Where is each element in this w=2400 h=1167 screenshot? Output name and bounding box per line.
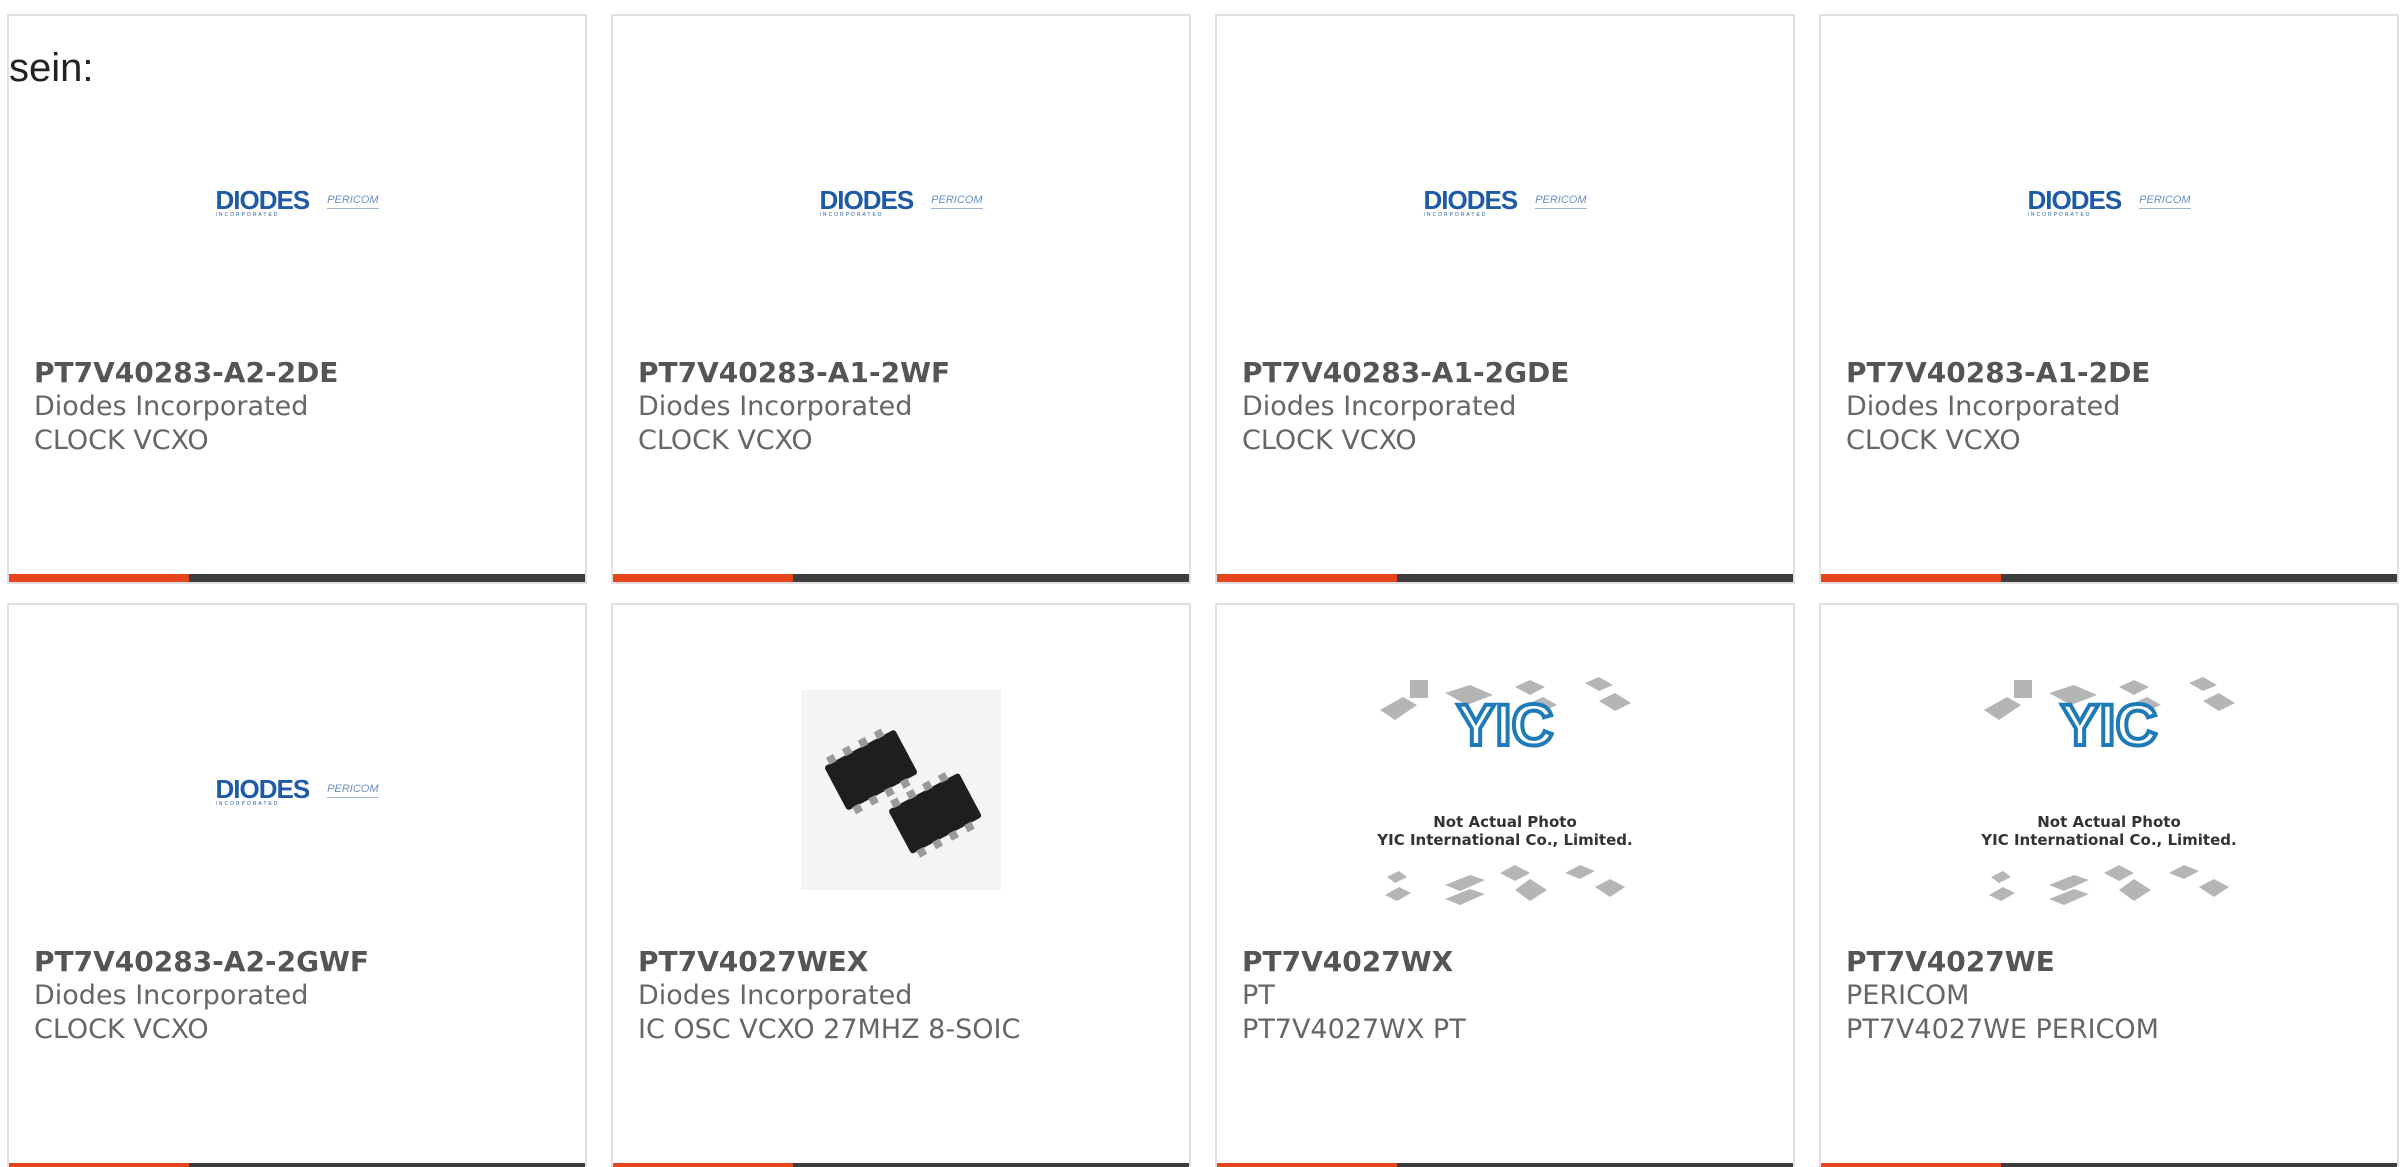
part-number-link[interactable]: PT7V40283-A1-2DE	[1846, 356, 2377, 390]
card-bar-accent	[9, 1163, 189, 1167]
description: PT7V4027WX PT	[1242, 1014, 1466, 1045]
card-bar	[613, 1163, 1189, 1167]
diodes-pericom-logo: DIODES INCORPORATED PERICOM	[215, 773, 379, 807]
manufacturer: Diodes Incorporated	[1242, 391, 1517, 422]
svg-text:YIC: YIC	[2061, 693, 2158, 758]
manufacturer: PERICOM	[1846, 980, 1970, 1011]
card-bar	[1217, 574, 1793, 582]
product-image[interactable]: DIODES INCORPORATED PERICOM	[9, 665, 585, 915]
part-number-link[interactable]: PT7V40283-A2-2GWF	[34, 945, 565, 979]
description: CLOCK VCXO	[1242, 425, 1417, 456]
manufacturer: Diodes Incorporated	[1846, 391, 2121, 422]
part-number-link[interactable]: PT7V40283-A2-2DE	[34, 356, 565, 390]
part-number-link[interactable]: PT7V40283-A1-2WF	[638, 356, 1169, 390]
product-card[interactable]: YIC Not Actual Photo YIC International C…	[1819, 603, 2399, 1167]
card-bar-accent	[1821, 1163, 2001, 1167]
svg-text:YIC International Co., Limited: YIC International Co., Limited.	[1376, 831, 1632, 849]
product-card[interactable]: DIODES INCORPORATED PERICOM PT7V40283-A1-…	[1215, 14, 1795, 584]
manufacturer: Diodes Incorporated	[34, 980, 309, 1011]
diodes-pericom-logo: DIODES INCORPORATED PERICOM	[2027, 184, 2191, 218]
product-card[interactable]: DIODES INCORPORATED PERICOM PT7V40283-A2-…	[7, 603, 587, 1167]
product-image[interactable]: YIC Not Actual Photo YIC International C…	[1217, 665, 1793, 915]
description: CLOCK VCXO	[1846, 425, 2021, 456]
card-bar-accent	[1217, 1163, 1397, 1167]
card-bar-accent	[613, 1163, 793, 1167]
svg-text:Not Actual Photo: Not Actual Photo	[1433, 813, 1577, 831]
card-bar	[9, 1163, 585, 1167]
part-number-link[interactable]: PT7V4027WX	[1242, 945, 1773, 979]
svg-text:YIC International Co., Limited: YIC International Co., Limited.	[1980, 831, 2236, 849]
product-grid: sein: DIODES INCORPORATED PERICOM PT7V402…	[0, 0, 2400, 1167]
part-number-link[interactable]: PT7V4027WEX	[638, 945, 1169, 979]
svg-text:Not Actual Photo: Not Actual Photo	[2037, 813, 2181, 831]
product-card[interactable]: YIC Not Actual Photo YIC International C…	[1215, 603, 1795, 1167]
card-bar	[1821, 1163, 2397, 1167]
manufacturer: Diodes Incorporated	[638, 980, 913, 1011]
product-image[interactable]: DIODES INCORPORATED PERICOM	[9, 76, 585, 326]
product-image[interactable]	[613, 665, 1189, 915]
svg-text:YIC: YIC	[1457, 693, 1554, 758]
manufacturer: Diodes Incorporated	[34, 391, 309, 422]
description: IC OSC VCXO 27MHZ 8-SOIC	[638, 1014, 1021, 1045]
not-actual-photo-placeholder: YIC Not Actual Photo YIC International C…	[1979, 665, 2239, 915]
manufacturer: Diodes Incorporated	[638, 391, 913, 422]
product-image[interactable]: DIODES INCORPORATED PERICOM	[1217, 76, 1793, 326]
part-number-link[interactable]: PT7V40283-A1-2GDE	[1242, 356, 1773, 390]
part-number-link[interactable]: PT7V4027WE	[1846, 945, 2377, 979]
card-bar	[613, 574, 1189, 582]
card-bar-accent	[1821, 574, 2001, 582]
card-bar	[9, 574, 585, 582]
not-actual-photo-placeholder: YIC Not Actual Photo YIC International C…	[1375, 665, 1635, 915]
card-bar-accent	[613, 574, 793, 582]
manufacturer: PT	[1242, 980, 1275, 1011]
diodes-pericom-logo: DIODES INCORPORATED PERICOM	[819, 184, 983, 218]
product-card[interactable]: PT7V4027WEX Diodes Incorporated IC OSC V…	[611, 603, 1191, 1167]
diodes-pericom-logo: DIODES INCORPORATED PERICOM	[215, 184, 379, 218]
product-image[interactable]: YIC Not Actual Photo YIC International C…	[1821, 665, 2397, 915]
card-bar-accent	[9, 574, 189, 582]
soic-chip-photo	[801, 690, 1001, 890]
product-grid-page: sein: DIODES INCORPORATED PERICOM PT7V402…	[0, 0, 2400, 1167]
product-card[interactable]: DIODES INCORPORATED PERICOM PT7V40283-A1-…	[1819, 14, 2399, 584]
description: CLOCK VCXO	[34, 425, 209, 456]
product-image[interactable]: DIODES INCORPORATED PERICOM	[1821, 76, 2397, 326]
product-image[interactable]: DIODES INCORPORATED PERICOM	[613, 76, 1189, 326]
description: CLOCK VCXO	[34, 1014, 209, 1045]
diodes-pericom-logo: DIODES INCORPORATED PERICOM	[1423, 184, 1587, 218]
card-bar	[1217, 1163, 1793, 1167]
card-bar	[1821, 574, 2397, 582]
product-card[interactable]: DIODES INCORPORATED PERICOM PT7V40283-A1-…	[611, 14, 1191, 584]
description: CLOCK VCXO	[638, 425, 813, 456]
description: PT7V4027WE PERICOM	[1846, 1014, 2159, 1045]
card-bar-accent	[1217, 574, 1397, 582]
product-card[interactable]: sein: DIODES INCORPORATED PERICOM PT7V402…	[7, 14, 587, 584]
